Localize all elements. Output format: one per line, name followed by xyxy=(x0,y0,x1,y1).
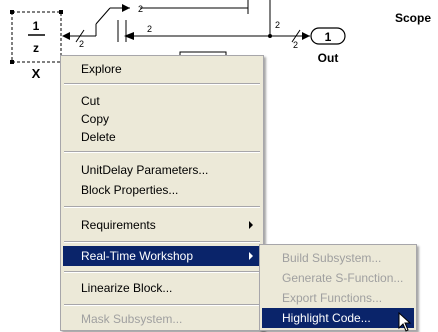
submenu-item-label: Highlight Code... xyxy=(282,311,371,325)
menu-separator xyxy=(64,206,260,208)
real-time-workshop-submenu: Build Subsystem... Generate S-Function..… xyxy=(259,244,417,331)
menu-item-copy[interactable]: Copy xyxy=(63,109,261,129)
menu-separator xyxy=(64,151,260,153)
menu-item-label: Requirements xyxy=(81,218,156,232)
menu-separator xyxy=(64,271,260,273)
menu-item-label: Real-Time Workshop xyxy=(81,249,194,263)
menu-item-cut[interactable]: Cut xyxy=(63,91,261,111)
menu-item-label: Mask Subsystem... xyxy=(81,312,183,326)
unit-delay-numerator: 1 xyxy=(33,19,40,33)
menu-item-mask-subsystem[interactable]: Mask Subsystem... xyxy=(63,309,261,329)
submenu-arrow-icon xyxy=(249,252,253,260)
submenu-item-label: Export Functions... xyxy=(282,291,383,305)
submenu-item-label: Build Subsystem... xyxy=(282,251,382,265)
menu-item-label: UnitDelay Parameters... xyxy=(81,163,209,177)
menu-item-real-time-workshop[interactable]: Real-Time Workshop xyxy=(63,246,261,266)
signal-dim-label: 2 xyxy=(79,39,84,49)
signal-dim-label: 2 xyxy=(293,40,298,50)
unit-delay-denominator: z xyxy=(33,41,39,55)
menu-separator xyxy=(64,83,260,85)
signal-dim-label: 2 xyxy=(147,24,152,34)
signal-dim-label: 2 xyxy=(138,4,143,14)
menu-item-linearize-block[interactable]: Linearize Block... xyxy=(63,278,261,298)
menu-item-label: Block Properties... xyxy=(81,183,179,197)
menu-item-explore[interactable]: Explore xyxy=(63,59,261,79)
menu-item-label: Cut xyxy=(81,94,100,108)
mouse-pointer-icon xyxy=(398,312,412,332)
menu-item-unitdelay-parameters[interactable]: UnitDelay Parameters... xyxy=(63,160,261,180)
submenu-item-highlight-code[interactable]: Highlight Code... xyxy=(262,308,414,328)
menu-item-requirements[interactable]: Requirements xyxy=(63,215,261,235)
menu-item-label: Linearize Block... xyxy=(81,281,173,295)
menu-item-label: Explore xyxy=(81,62,122,76)
menu-item-label: Delete xyxy=(81,130,116,144)
submenu-item-export-functions[interactable]: Export Functions... xyxy=(262,288,414,308)
menu-item-block-properties[interactable]: Block Properties... xyxy=(63,180,261,200)
submenu-item-label: Generate S-Function... xyxy=(282,271,404,285)
scope-label: Scope xyxy=(395,11,431,25)
menu-item-label: Copy xyxy=(81,112,110,126)
submenu-item-build-subsystem[interactable]: Build Subsystem... xyxy=(262,248,414,268)
simulink-canvas[interactable]: 1 z X 2 2 2 2 2 1 Out Scope Explore Cut … xyxy=(0,0,438,332)
outport-name: Out xyxy=(318,51,339,65)
outport-number: 1 xyxy=(325,30,332,44)
unit-delay-name: X xyxy=(32,66,41,81)
outport-block[interactable]: 1 Out xyxy=(310,27,346,65)
context-menu: Explore Cut Copy Delete UnitDelay Parame… xyxy=(60,55,264,331)
menu-separator xyxy=(64,304,260,306)
submenu-item-generate-s-function[interactable]: Generate S-Function... xyxy=(262,268,414,288)
signal-dim-label: 2 xyxy=(275,20,280,30)
submenu-arrow-icon xyxy=(249,221,253,229)
menu-separator xyxy=(64,241,260,243)
unit-delay-block[interactable]: 1 z X xyxy=(10,10,63,81)
menu-item-delete[interactable]: Delete xyxy=(63,127,261,147)
